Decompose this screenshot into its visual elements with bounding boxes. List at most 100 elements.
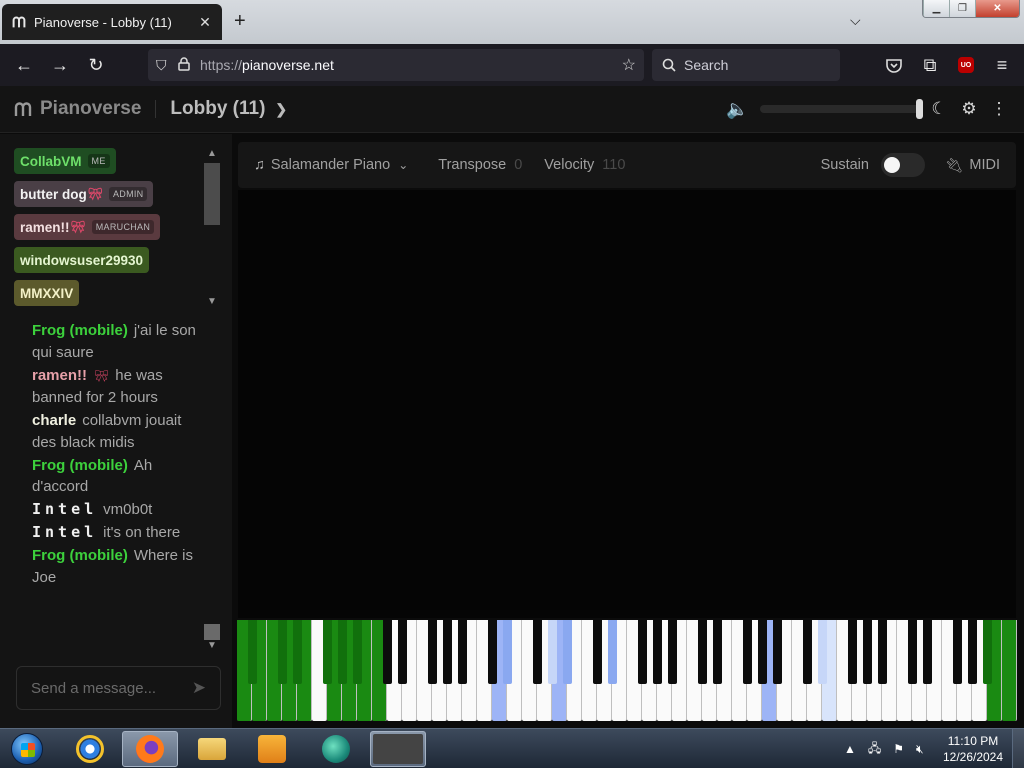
black-key[interactable] [712,620,722,684]
midi-button[interactable]: 🔌︎ MIDI [945,157,1000,174]
volume-muted-icon[interactable]: 🔇︎ [916,742,924,757]
reload-icon[interactable]: ↻ [78,49,114,81]
piano-keyboard[interactable] [237,620,1017,721]
scrollbar-thumb[interactable] [204,624,220,640]
sustain-toggle[interactable] [880,153,925,177]
scroll-up-icon[interactable]: ▲ [204,148,220,159]
show-desktop-button[interactable] [1012,729,1024,768]
taskbar-window[interactable] [370,731,426,767]
user-pill[interactable]: windowsuser29930 [14,247,150,273]
taskbar-app[interactable] [308,731,364,767]
black-key[interactable] [952,620,962,684]
chat-nick[interactable]: Intel [32,523,97,541]
volume-slider-thumb[interactable] [916,99,923,119]
chat-nick[interactable]: Frog (mobile) [32,457,128,474]
black-key[interactable] [592,620,602,684]
search-input[interactable]: Search [652,49,840,81]
black-key[interactable] [637,620,647,684]
lock-icon[interactable] [178,56,200,74]
chat-nick[interactable]: Frog (mobile) [32,322,128,339]
shield-icon[interactable]: ⛉ [156,57,178,74]
network-icon[interactable]: 🖧︎ [868,739,881,760]
browser-tab[interactable]: Pianoverse - Lobby (11) ✕ [2,4,222,40]
user-pill[interactable]: butter dog 🎀︎ ADMIN [14,181,154,207]
black-key[interactable] [802,620,812,684]
black-key[interactable] [742,620,752,684]
forward-arrow-icon[interactable]: → [42,49,78,81]
chat-nick[interactable]: Frog (mobile) [32,547,128,564]
black-key[interactable] [322,620,332,684]
black-key[interactable] [982,620,992,684]
chat-nick[interactable]: Intel [32,500,97,518]
black-key[interactable] [817,620,827,684]
black-key[interactable] [247,620,257,684]
black-key[interactable] [697,620,707,684]
user-pill[interactable]: MMXXIV [14,280,80,306]
scroll-down-icon[interactable]: ▼ [204,640,220,651]
room-selector[interactable]: Lobby (11) ❯ [170,98,287,120]
transpose-control[interactable]: Transpose 0 [438,157,522,173]
black-key[interactable] [922,620,932,684]
taskbar-firefox[interactable] [122,731,178,767]
black-key[interactable] [487,620,497,684]
chevron-down-icon[interactable]: ⌵ [850,12,861,29]
black-key[interactable] [397,620,407,684]
taskbar-ie[interactable] [62,731,118,767]
transpose-value[interactable]: 0 [514,157,522,173]
chat-scrollbar[interactable]: ▼ [204,624,220,660]
black-key[interactable] [292,620,302,684]
velocity-value[interactable]: 110 [602,157,625,173]
black-key[interactable] [772,620,782,684]
bookmark-star-icon[interactable]: ☆ [622,55,636,75]
black-key[interactable] [352,620,362,684]
user-list-scrollbar[interactable]: ▲ ▼ [204,148,220,308]
clock[interactable]: 11:10 PM 12/26/2024 [940,733,1006,765]
scroll-down-icon[interactable]: ▼ [204,296,220,307]
hamburger-menu-icon[interactable]: ≡ [984,49,1020,81]
ublock-icon[interactable]: UO [948,49,984,81]
start-button[interactable] [4,730,50,768]
maximize-icon[interactable]: ❐ [949,0,975,17]
black-key[interactable] [427,620,437,684]
scrollbar-thumb[interactable] [204,163,220,225]
cursor-stage[interactable] [238,190,1016,618]
back-arrow-icon[interactable]: ← [6,49,42,81]
velocity-control[interactable]: Velocity 110 [544,157,625,173]
gear-icon[interactable]: ⚙ [954,99,984,119]
black-key[interactable] [382,620,392,684]
new-tab-icon[interactable]: + [234,10,246,33]
user-pill[interactable]: CollabVM ME [14,148,116,174]
black-key[interactable] [877,620,887,684]
black-key[interactable] [532,620,542,684]
close-window-icon[interactable]: ✕ [975,0,1019,17]
black-key[interactable] [862,620,872,684]
black-key[interactable] [337,620,347,684]
chat-input[interactable]: Send a message... ➤ [16,666,221,710]
instrument-select[interactable]: ♫ Salamander Piano ⌄ [254,157,408,173]
taskbar-media[interactable] [244,731,300,767]
taskbar-explorer[interactable] [184,731,240,767]
black-key[interactable] [907,620,917,684]
volume-slider[interactable] [760,99,923,119]
black-key[interactable] [562,620,572,684]
black-key[interactable] [967,620,977,684]
black-key[interactable] [847,620,857,684]
close-tab-icon[interactable]: ✕ [196,14,214,31]
black-key[interactable] [757,620,767,684]
black-key[interactable] [442,620,452,684]
black-key[interactable] [652,620,662,684]
more-vertical-icon[interactable]: ⋮ [984,99,1014,119]
black-key[interactable] [607,620,617,684]
pocket-icon[interactable] [876,49,912,81]
chat-nick[interactable]: ramen!! [32,367,87,384]
chat-nick[interactable]: charle [32,412,76,429]
black-key[interactable] [277,620,287,684]
action-center-flag-icon[interactable]: ⚑ [893,742,904,756]
send-icon[interactable]: ➤ [192,678,206,698]
address-bar[interactable]: ⛉ https://pianoverse.net ☆ [148,49,644,81]
tray-arrow-icon[interactable]: ▲ [844,742,856,756]
brand[interactable]: Pianoverse [12,98,141,120]
moon-icon[interactable]: ☾ [924,99,954,119]
black-key[interactable] [457,620,467,684]
extensions-puzzle-icon[interactable]: ⧉ [912,49,948,81]
